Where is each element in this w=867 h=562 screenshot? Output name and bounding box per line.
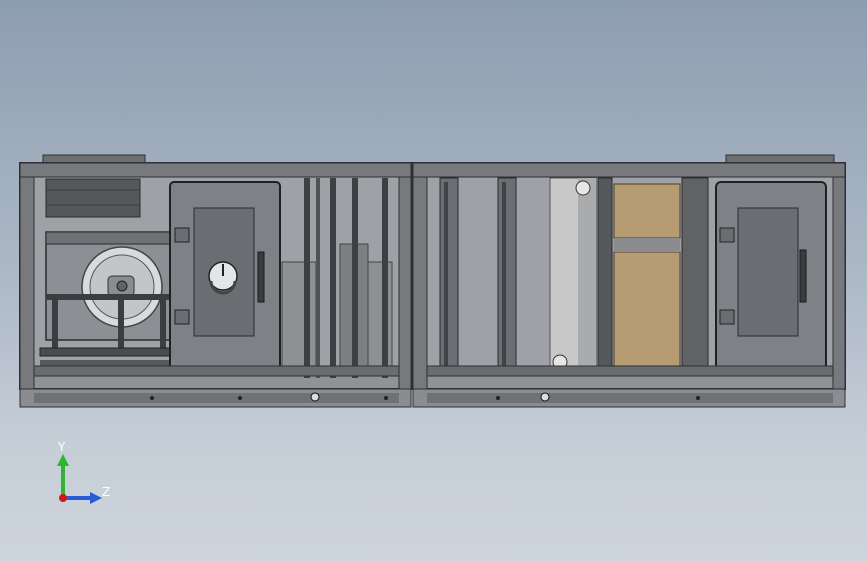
filter-media-upper xyxy=(613,183,681,239)
z-axis-label: Z xyxy=(102,485,111,499)
bolt xyxy=(150,396,154,400)
right-roof-flange xyxy=(725,154,835,164)
bolt xyxy=(238,396,242,400)
drain-fitting xyxy=(540,392,550,402)
coil-header-top xyxy=(575,180,591,196)
fan-skid xyxy=(40,360,180,366)
filter-rack-2 xyxy=(497,177,517,377)
fan-base-leg xyxy=(118,300,124,350)
rail xyxy=(316,178,320,378)
bolt xyxy=(696,396,700,400)
filter-rack-1 xyxy=(439,177,459,377)
coil-shade xyxy=(578,178,596,376)
right-door-handle[interactable] xyxy=(799,249,807,303)
fan-base-frame xyxy=(46,294,170,300)
right-door-panel xyxy=(737,207,799,337)
z-arrow-icon xyxy=(90,492,102,504)
left-section[interactable] xyxy=(19,162,412,390)
left-base-strip xyxy=(33,365,400,377)
right-top-rail xyxy=(412,162,846,178)
y-axis-label: Y xyxy=(58,440,66,454)
rail xyxy=(352,178,358,378)
fan-housing-top xyxy=(45,231,171,245)
cylinder-b xyxy=(367,261,393,369)
left-top-rail xyxy=(19,162,412,178)
fan-base-leg xyxy=(160,300,166,350)
damper-box xyxy=(45,178,141,218)
base-channel-left xyxy=(34,393,399,403)
filter-media-divider xyxy=(614,238,680,252)
right-door-hinge-top xyxy=(719,227,735,243)
graphics-viewport[interactable]: Y Z xyxy=(0,0,867,562)
right-post-b xyxy=(832,162,846,390)
x-axis-icon xyxy=(59,494,67,502)
left-door-handle[interactable] xyxy=(257,251,265,303)
ahu-model-drawing[interactable] xyxy=(0,0,867,562)
rail xyxy=(304,178,310,378)
fan-base-leg xyxy=(52,300,58,350)
bolt xyxy=(496,396,500,400)
fan-shaft xyxy=(116,280,128,292)
filter-rack-1-inner xyxy=(444,182,448,372)
drain-fitting xyxy=(310,392,320,402)
coordinate-triad: Y Z xyxy=(50,440,120,510)
left-roof-flange xyxy=(42,154,146,164)
base-channel-right xyxy=(427,393,833,403)
filter-media-lower xyxy=(613,251,681,369)
right-door-hinge-bottom xyxy=(719,309,735,325)
left-post-a xyxy=(19,162,35,390)
y-arrow-icon xyxy=(57,454,69,466)
right-base-strip xyxy=(426,365,834,377)
bolt xyxy=(384,396,388,400)
rail xyxy=(330,178,336,378)
filter-rack-2-inner xyxy=(502,182,506,372)
right-post-a xyxy=(412,162,428,390)
coil-frame xyxy=(597,177,613,377)
left-door-hinge-bottom xyxy=(174,309,190,325)
left-post-b xyxy=(398,162,412,390)
cylinder-a xyxy=(281,261,317,369)
fan-base-rail xyxy=(39,347,181,357)
left-door-hinge-top xyxy=(174,227,190,243)
rail xyxy=(382,178,388,378)
filter-media-frame xyxy=(681,177,709,377)
right-section[interactable] xyxy=(412,162,846,390)
